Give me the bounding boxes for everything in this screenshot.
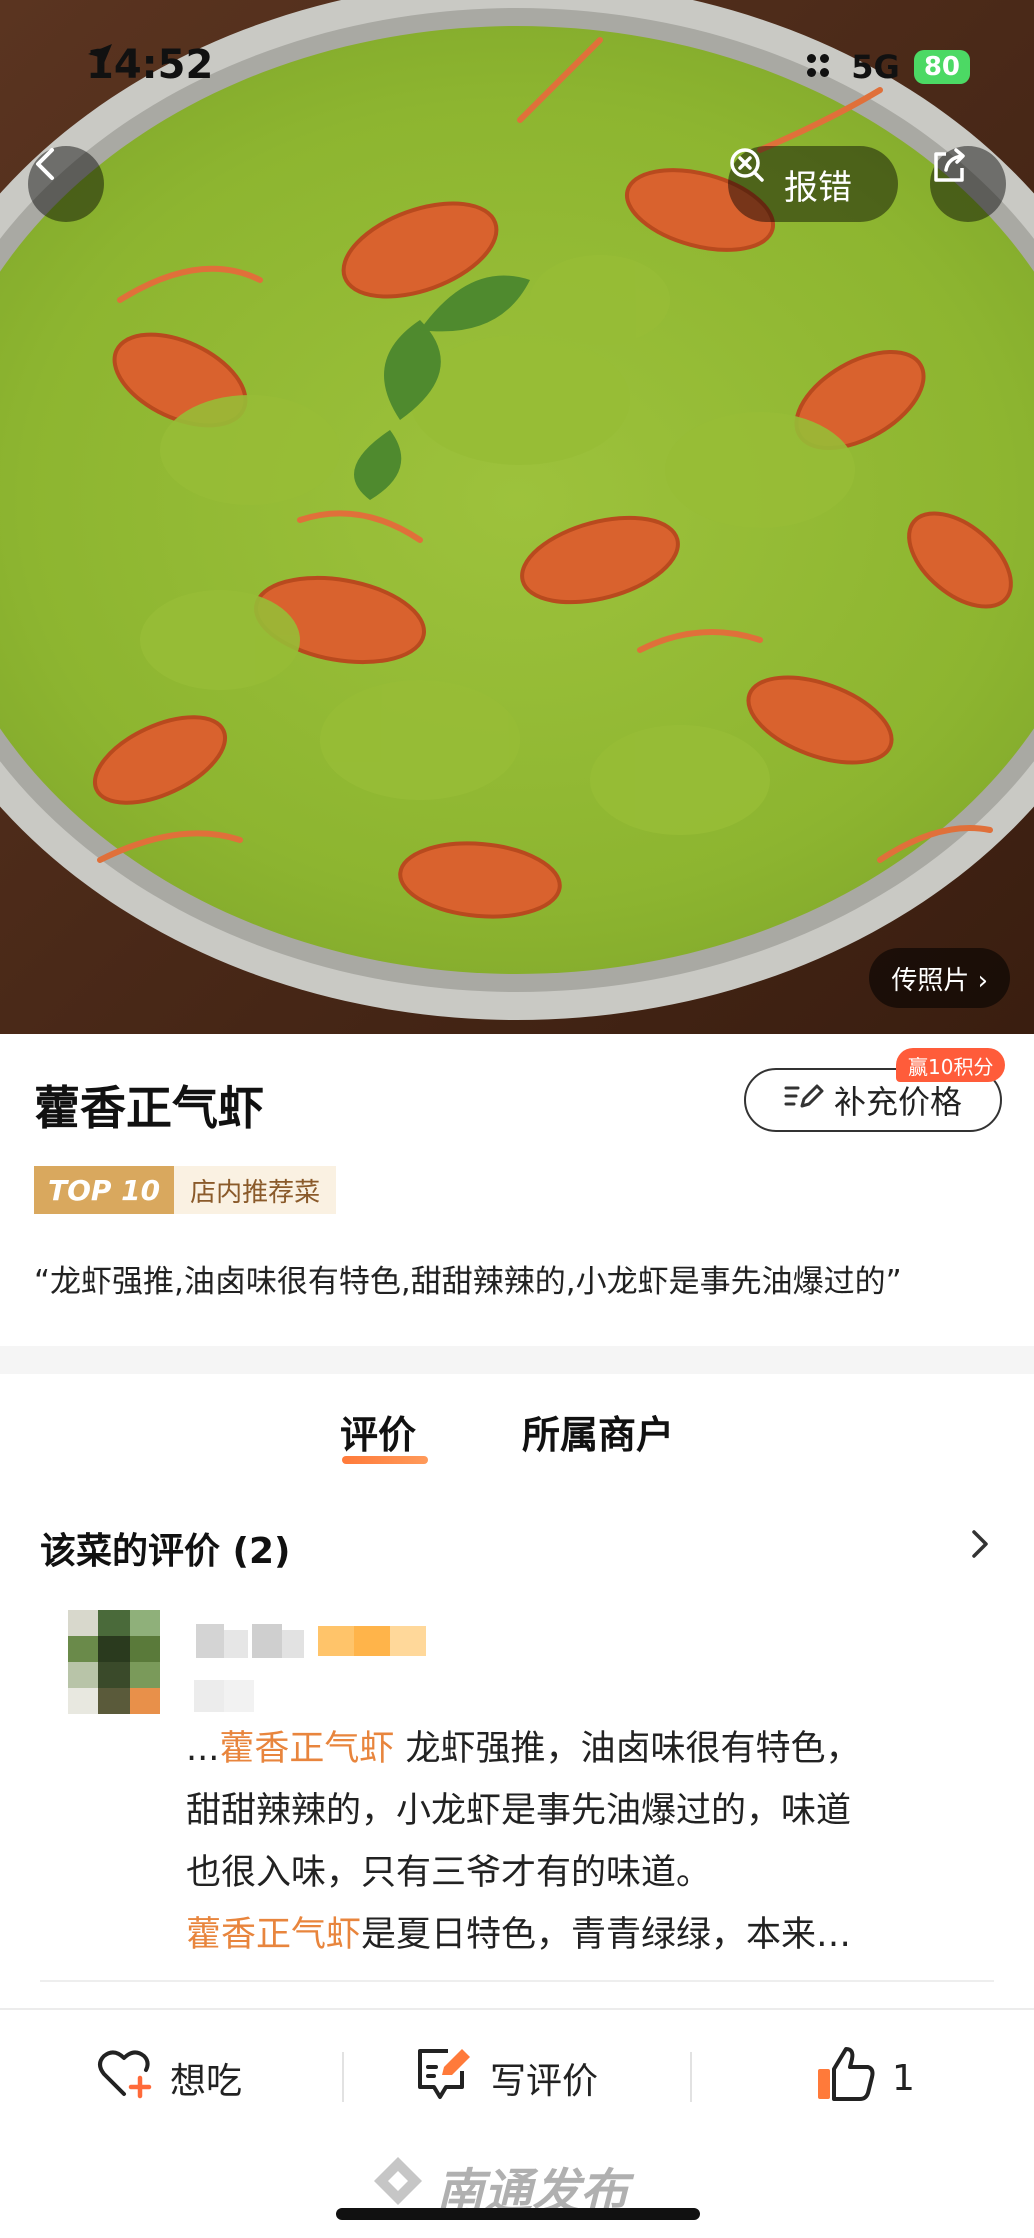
upload-photo-button[interactable]: 传照片 › <box>869 948 1010 1008</box>
bottom-divider <box>342 2052 344 2102</box>
review-line: 甜甜辣辣的，小龙虾是事先油爆过的，味道 <box>186 1791 852 1831</box>
want-to-eat-label: 想吃 <box>170 2061 243 2102</box>
tab-reviews[interactable]: 评价 <box>340 1404 416 1459</box>
review-separator <box>40 1980 994 1982</box>
review-dish-highlight: 藿香正气虾 <box>219 1729 395 1769</box>
dish-name: 藿香正气虾 <box>34 1081 264 1135</box>
section-divider <box>0 1346 1034 1374</box>
review-line: 也很入味，只有三爷才有的味道。 <box>186 1853 712 1893</box>
bottom-bar-border <box>0 2008 1034 2010</box>
review-text[interactable]: ...藿香正气虾 龙虾强推，油卤味很有特色， 甜甜辣辣的，小龙虾是事先油爆过的，… <box>186 1718 986 1966</box>
heart-plus-icon <box>96 2046 156 2111</box>
edit-price-icon <box>784 1080 824 1120</box>
report-error-button[interactable]: 报错 <box>728 146 898 222</box>
battery-indicator: 80 <box>913 50 970 84</box>
top10-tag: TOP 10 <box>34 1166 175 1214</box>
reviews-title[interactable]: 该菜的评价 (2) <box>40 1522 291 1574</box>
home-indicator[interactable] <box>336 2208 700 2220</box>
dish-photo[interactable]: 14:52 5G 80 报错 传照片 › <box>0 0 1034 1034</box>
thumbs-up-icon <box>814 2043 878 2114</box>
write-review-icon <box>414 2045 476 2112</box>
tab-merchant[interactable]: 所属商户 <box>522 1404 674 1459</box>
points-badge: 赢10积分 <box>896 1048 1006 1082</box>
active-tab-indicator <box>342 1456 428 1464</box>
recommend-tag: 店内推荐菜 <box>174 1166 337 1214</box>
status-bar: 14:52 5G 80 <box>0 0 1034 130</box>
network-type: 5G <box>851 48 900 86</box>
chevron-right-icon[interactable] <box>966 1524 996 1564</box>
cellular-signal-icon <box>807 54 837 80</box>
write-review-button[interactable]: 写评价 <box>414 2046 598 2110</box>
avatar[interactable] <box>68 1610 160 1714</box>
like-button[interactable]: 1 <box>814 2046 915 2110</box>
write-review-label: 写评价 <box>490 2061 599 2102</box>
review-line: 藿香正气虾是夏日特色，青青绿绿，本来… <box>186 1915 852 1955</box>
report-label: 报错 <box>784 167 852 208</box>
review-line: ...藿香正气虾 龙虾强推，油卤味很有特色， <box>186 1729 861 1769</box>
like-count: 1 <box>892 2057 915 2099</box>
want-to-eat-button[interactable]: 想吃 <box>96 2046 242 2110</box>
back-button[interactable] <box>28 146 104 222</box>
reviewer-meta-blurred <box>194 1676 256 1716</box>
dish-tags: TOP 10 店内推荐菜 <box>34 1166 337 1214</box>
reviewer-level-blurred <box>318 1622 426 1662</box>
reviewer-name-blurred <box>196 1620 306 1662</box>
review-dish-highlight: 藿香正气虾 <box>186 1915 362 1955</box>
share-button[interactable] <box>930 146 1006 222</box>
bottom-divider <box>690 2052 692 2102</box>
add-price-label: 补充价格 <box>833 1083 962 1121</box>
dish-quote: “龙虾强推,油卤味很有特色,甜甜辣辣的,小龙虾是事先油爆过的” <box>34 1264 902 1300</box>
